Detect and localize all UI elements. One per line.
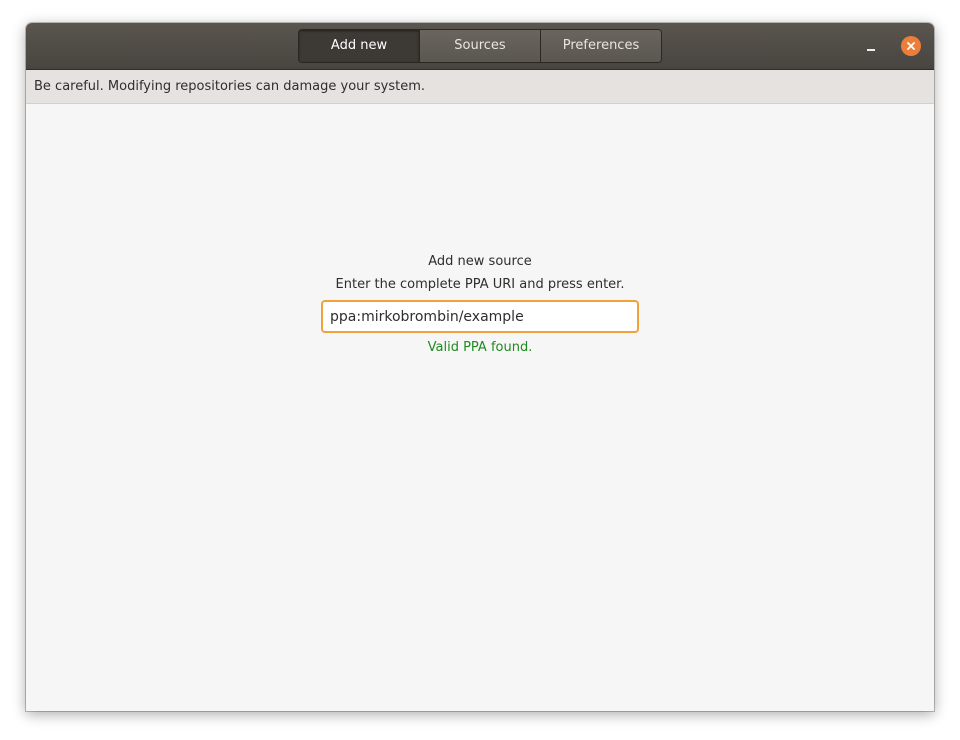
close-button[interactable] [901,36,921,56]
instruction-text: Enter the complete PPA URI and press ent… [335,277,625,292]
stack-switcher: Add new Sources Preferences [298,29,662,63]
headerbar: Add new Sources Preferences [26,23,934,70]
tab-sources[interactable]: Sources [420,30,541,62]
warning-message: Be careful. Modifying repositories can d… [34,79,425,94]
close-icon [907,42,915,50]
minimize-icon[interactable] [860,37,882,59]
app-window: Add new Sources Preferences Be careful. … [26,23,934,711]
ppa-uri-input[interactable] [321,300,639,333]
add-source-panel: Add new source Enter the complete PPA UR… [26,104,934,711]
tab-add-new[interactable]: Add new [299,30,420,62]
validation-status: Valid PPA found. [427,340,533,355]
warning-infobar: Be careful. Modifying repositories can d… [26,70,934,104]
page-title: Add new source [428,254,532,269]
tab-preferences[interactable]: Preferences [541,30,661,62]
